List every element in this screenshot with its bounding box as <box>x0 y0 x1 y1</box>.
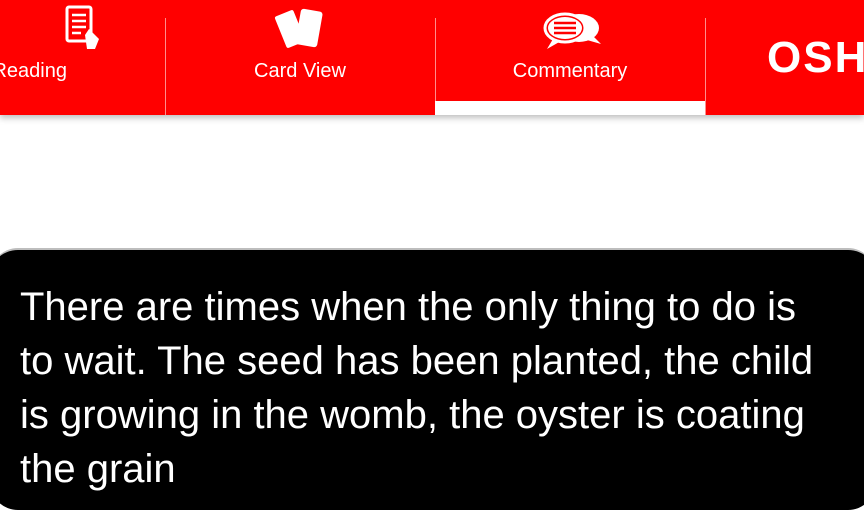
reading-icon <box>63 5 103 60</box>
tab-reading-label: Reading <box>0 60 67 82</box>
tab-commentary-label: Commentary <box>512 60 628 82</box>
commentary-text: There are times when the only thing to d… <box>20 285 814 491</box>
brand-label: OSH <box>767 33 864 82</box>
tab-brand[interactable]: OSH <box>705 0 864 115</box>
cards-icon <box>270 6 330 59</box>
tab-card-view[interactable]: Card View <box>165 0 435 115</box>
tab-card-view-label: Card View <box>254 60 346 82</box>
tab-commentary[interactable]: Commentary <box>435 0 705 115</box>
top-navigation-bar: Reading Card View Commentary <box>0 0 864 115</box>
tab-reading[interactable]: Reading <box>0 0 165 115</box>
selected-tab-indicator <box>435 101 705 115</box>
chat-bubbles-icon <box>535 8 605 57</box>
